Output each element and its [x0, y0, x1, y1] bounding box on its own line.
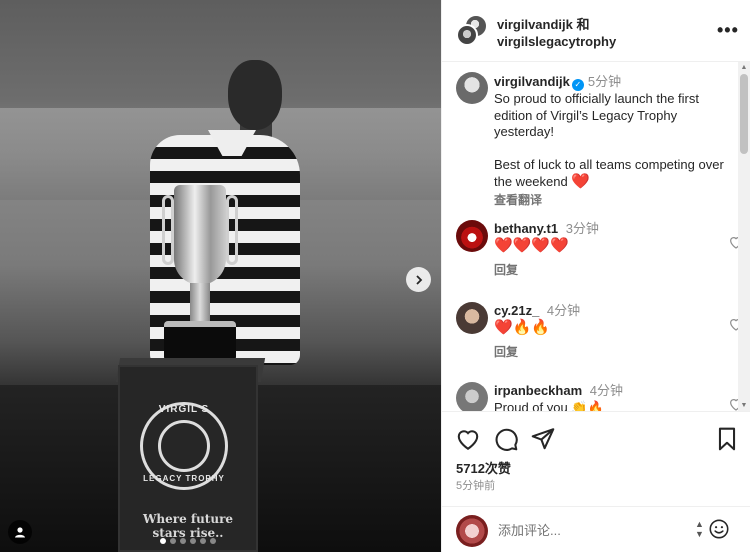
next-slide-button[interactable]	[406, 267, 431, 292]
avatar[interactable]	[456, 382, 488, 411]
avatar	[456, 24, 478, 46]
tagged-users-button[interactable]	[8, 520, 32, 544]
comment-composer: ▲▼	[442, 506, 750, 552]
comment-input[interactable]	[498, 519, 678, 541]
posted-time: 5分钟前	[456, 480, 496, 492]
chevron-right-icon	[415, 274, 422, 285]
emoji-picker-icon[interactable]	[708, 518, 730, 540]
post-header: virgilvandijk 和 virgilslegacytrophy •••	[442, 0, 750, 62]
scroll-down-arrow-icon[interactable]: ▼	[738, 402, 750, 409]
carousel-dot	[160, 538, 166, 544]
verified-badge-icon: ✓	[571, 79, 584, 91]
comment-username[interactable]: bethany.t1	[494, 221, 558, 236]
share-paper-plane-icon[interactable]	[530, 426, 556, 452]
author-link[interactable]: virgilvandijk	[497, 17, 573, 32]
carousel-dot	[180, 538, 186, 544]
comments-feed[interactable]: virgilvandijk ✓ 5分钟 So proud to officially…	[442, 62, 750, 411]
comment-text: Proud of you 👏🔥	[494, 400, 604, 411]
post-media[interactable]: VIRGIL'S LEGACY TROPHY Where future star…	[0, 0, 441, 552]
comment-username[interactable]: irpanbeckham	[494, 383, 582, 398]
post-side-panel: virgilvandijk 和 virgilslegacytrophy ••• …	[441, 0, 750, 552]
collab-avatars[interactable]	[456, 14, 490, 48]
comment-item: irpanbeckham 4分钟 Proud of you 👏🔥	[456, 382, 746, 411]
avatar[interactable]	[456, 302, 488, 334]
carousel-dots	[160, 538, 216, 544]
comment-username[interactable]: cy.21z_	[494, 303, 539, 318]
save-bookmark-icon[interactable]	[714, 426, 740, 452]
reply-button[interactable]: 回复	[494, 343, 518, 360]
comment-time: 4分钟	[589, 383, 624, 398]
emblem-subtitle: LEGACY TROPHY	[143, 474, 225, 483]
sort-arrows-icon[interactable]: ▲ ▼	[695, 519, 704, 539]
tagline: Where future stars rise..	[142, 512, 234, 540]
trophy	[160, 185, 240, 375]
see-translation-link[interactable]: 查看翻译	[494, 192, 726, 209]
player-head	[228, 60, 282, 130]
author-conjunction: 和	[576, 17, 590, 32]
post-authors: virgilvandijk 和 virgilslegacytrophy	[497, 16, 616, 50]
caption-time: 5分钟	[587, 74, 622, 89]
caption-text: So proud to officially launch the first …	[494, 91, 724, 189]
carousel-dot	[170, 538, 176, 544]
heart-emoji: ❤️	[571, 172, 591, 190]
carousel-dot	[210, 538, 216, 544]
emblem-title: VIRGIL'S	[158, 404, 210, 415]
reply-button[interactable]: 回复	[494, 261, 518, 278]
more-options-button[interactable]: •••	[717, 20, 739, 41]
comment-item: bethany.t1 3分钟 ❤️❤️❤️❤️ 回复	[456, 220, 746, 280]
carousel-dot	[200, 538, 206, 544]
comment-time: 4分钟	[546, 303, 581, 318]
carousel-dot	[190, 538, 196, 544]
like-heart-icon[interactable]	[455, 426, 481, 452]
coauthor-link[interactable]: virgilslegacytrophy	[497, 34, 616, 49]
comments-scrollbar[interactable]: ▲ ▼	[738, 62, 750, 411]
comment-text: ❤️❤️❤️❤️	[494, 237, 569, 254]
avatar[interactable]	[456, 72, 488, 104]
comment-text: ❤️🔥🔥	[494, 319, 551, 336]
comment-item: cy.21z_ 4分钟 ❤️🔥🔥 回复	[456, 302, 746, 362]
avatar[interactable]	[456, 220, 488, 252]
scrollbar-thumb[interactable]	[740, 74, 748, 154]
post-actions: 5712次赞 5分钟前	[442, 411, 750, 521]
comment-time: 3分钟	[565, 221, 599, 236]
caption-username[interactable]: virgilvandijk	[494, 74, 570, 89]
scroll-up-arrow-icon[interactable]: ▲	[738, 64, 750, 71]
likes-count[interactable]: 5712次赞	[456, 458, 511, 477]
comment-bubble-icon[interactable]	[493, 426, 519, 452]
current-user-avatar	[456, 515, 488, 547]
user-icon	[15, 527, 25, 538]
